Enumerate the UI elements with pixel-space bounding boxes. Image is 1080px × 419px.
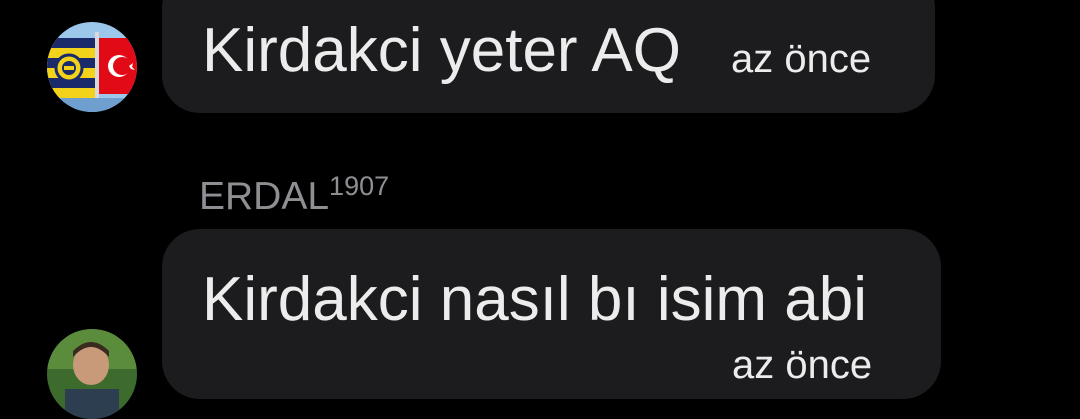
message-bubble[interactable]: Kirdakci yeter AQ az önce (162, 0, 935, 113)
message-bubble[interactable]: Kirdakci nasıl bı isim abi az önce (162, 229, 941, 399)
sender-name[interactable]: ERDAL1907 (199, 171, 390, 218)
sender-name-suffix: 1907 (329, 171, 390, 201)
sender-name-text: ERDAL (199, 175, 330, 218)
sender-avatar[interactable] (47, 22, 137, 112)
message-timestamp: az önce (732, 343, 873, 387)
sender-avatar[interactable] (47, 329, 137, 419)
fenerbahce-flag-avatar-icon (47, 22, 137, 112)
message-text: Kirdakci nasıl bı isim abi (202, 265, 868, 334)
person-photo-avatar-icon (47, 329, 137, 419)
message-text: Kirdakci yeter AQ (202, 16, 681, 85)
message-timestamp: az önce (731, 37, 872, 81)
